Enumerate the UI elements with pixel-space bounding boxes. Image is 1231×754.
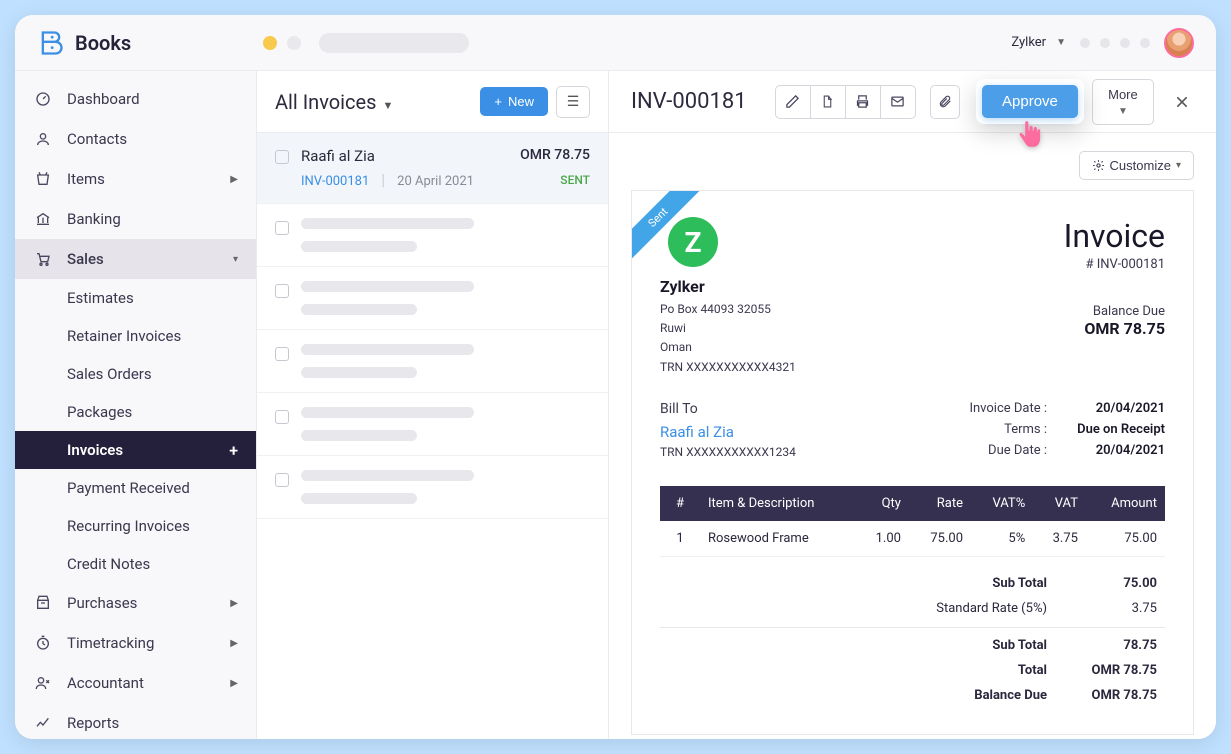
chevron-down-icon: ▾ bbox=[233, 254, 238, 265]
chevron-right-icon: ▶ bbox=[230, 598, 238, 609]
pdf-button[interactable] bbox=[810, 85, 846, 119]
nav-purchases[interactable]: Purchases ▶ bbox=[15, 583, 256, 623]
nav-timetracking[interactable]: Timetracking ▶ bbox=[15, 623, 256, 663]
nav-accountant[interactable]: Accountant ▶ bbox=[15, 663, 256, 703]
bill-to-label: Bill To bbox=[660, 401, 796, 417]
customer-name: Raafi al Zia bbox=[301, 147, 375, 165]
chevron-right-icon: ▶ bbox=[230, 678, 238, 689]
nav-sales[interactable]: Sales ▾ bbox=[15, 239, 256, 279]
invoice-title: INV-000181 bbox=[631, 89, 747, 114]
customize-button[interactable]: Customize ▾ bbox=[1079, 151, 1194, 180]
approve-button[interactable]: Approve bbox=[982, 85, 1078, 118]
more-button[interactable]: More ▼ bbox=[1092, 79, 1154, 125]
contacts-icon bbox=[33, 129, 53, 149]
clock-icon bbox=[33, 633, 53, 653]
nav-retainer-invoices[interactable]: Retainer Invoices bbox=[15, 317, 256, 355]
bill-to-name[interactable]: Raafi al Zia bbox=[660, 423, 796, 441]
nav-reports[interactable]: Reports bbox=[15, 703, 256, 739]
sidebar: Dashboard Contacts Items ▶ Banking Sales… bbox=[15, 71, 257, 739]
list-row-skeleton bbox=[257, 393, 608, 456]
list-row-skeleton bbox=[257, 456, 608, 519]
close-button[interactable] bbox=[1170, 90, 1194, 114]
sent-ribbon: Sent bbox=[632, 191, 702, 261]
printer-icon bbox=[855, 94, 870, 109]
list-filter-dropdown[interactable]: All Invoices▼ bbox=[275, 90, 393, 114]
invoice-link[interactable]: INV-000181 bbox=[301, 174, 369, 189]
chevron-down-icon: ▼ bbox=[382, 99, 393, 112]
invoice-number: # INV-000181 bbox=[1064, 257, 1165, 272]
balance-due-label: Balance Due bbox=[1064, 304, 1165, 319]
nav-banking[interactable]: Banking bbox=[15, 199, 256, 239]
items-icon bbox=[33, 169, 53, 189]
nav-credit-notes[interactable]: Credit Notes bbox=[15, 545, 256, 583]
line-items-table: # Item & Description Qty Rate VAT% VAT A… bbox=[660, 486, 1165, 557]
attachment-button[interactable] bbox=[930, 85, 960, 119]
email-button[interactable] bbox=[880, 85, 916, 119]
mail-icon bbox=[890, 94, 905, 109]
purchases-icon bbox=[33, 593, 53, 613]
list-row-skeleton bbox=[257, 204, 608, 267]
chevron-down-icon: ▼ bbox=[1056, 37, 1066, 48]
invoice-list: All Invoices▼ + New ☰ Raafi al Zia OMR bbox=[257, 71, 609, 739]
nav-recurring-invoices[interactable]: Recurring Invoices bbox=[15, 507, 256, 545]
close-icon bbox=[1174, 94, 1190, 110]
chevron-right-icon: ▶ bbox=[230, 174, 238, 185]
nav-contacts[interactable]: Contacts bbox=[15, 119, 256, 159]
invoice-heading: Invoice bbox=[1064, 217, 1165, 255]
reports-icon bbox=[33, 713, 53, 733]
status-badge: SENT bbox=[560, 173, 590, 187]
balance-due-amount: OMR 78.75 bbox=[1064, 319, 1165, 338]
nav-estimates[interactable]: Estimates bbox=[15, 279, 256, 317]
list-row-skeleton bbox=[257, 330, 608, 393]
paperclip-icon bbox=[938, 94, 952, 109]
window-dots bbox=[263, 33, 469, 53]
table-row: 1 Rosewood Frame 1.00 75.00 5% 3.75 75.0… bbox=[660, 521, 1165, 557]
row-amount: OMR 78.75 bbox=[520, 147, 590, 165]
invoice-detail: INV-000181 Approve More ▼ bbox=[609, 71, 1216, 739]
sales-icon bbox=[33, 249, 53, 269]
gear-icon bbox=[1092, 159, 1105, 172]
list-row[interactable]: Raafi al Zia OMR 78.75 INV-000181 | 20 A… bbox=[257, 133, 608, 204]
nav-items[interactable]: Items ▶ bbox=[15, 159, 256, 199]
nav-payment-received[interactable]: Payment Received bbox=[15, 469, 256, 507]
row-date: 20 April 2021 bbox=[397, 174, 474, 189]
nav-invoices[interactable]: Invoices+ bbox=[15, 431, 256, 469]
nav-dashboard[interactable]: Dashboard bbox=[15, 79, 256, 119]
new-button[interactable]: + New bbox=[480, 87, 548, 116]
app-logo[interactable]: Books bbox=[37, 29, 257, 57]
list-header: All Invoices▼ + New ☰ bbox=[257, 71, 608, 133]
approve-popup: Approve bbox=[976, 79, 1084, 124]
pdf-icon bbox=[821, 94, 834, 109]
nav-sales-orders[interactable]: Sales Orders bbox=[15, 355, 256, 393]
dashboard-icon bbox=[33, 89, 53, 109]
row-checkbox[interactable] bbox=[275, 150, 289, 164]
company-name: Zylker bbox=[660, 277, 796, 296]
pencil-icon bbox=[785, 94, 800, 109]
print-button[interactable] bbox=[845, 85, 881, 119]
header-status-dots bbox=[1080, 38, 1150, 48]
topbar: Books Zylker ▼ bbox=[15, 15, 1216, 71]
user-avatar[interactable] bbox=[1164, 28, 1194, 58]
nav-packages[interactable]: Packages bbox=[15, 393, 256, 431]
detail-header: INV-000181 Approve More ▼ bbox=[609, 71, 1216, 133]
company-address: Po Box 44093 32055 Ruwi Oman TRN XXXXXXX… bbox=[660, 300, 796, 377]
org-switcher[interactable]: Zylker ▼ bbox=[1011, 35, 1066, 50]
banking-icon bbox=[33, 209, 53, 229]
chevron-down-icon: ▾ bbox=[1176, 160, 1181, 171]
accountant-icon bbox=[33, 673, 53, 693]
hamburger-icon: ☰ bbox=[567, 93, 580, 110]
bill-to-trn: TRN XXXXXXXXXXX1234 bbox=[660, 445, 796, 459]
list-menu-button[interactable]: ☰ bbox=[556, 86, 590, 118]
books-logo-icon bbox=[37, 29, 65, 57]
edit-button[interactable] bbox=[775, 85, 811, 119]
app-name: Books bbox=[75, 31, 131, 55]
plus-icon[interactable]: + bbox=[229, 441, 238, 460]
list-row-skeleton bbox=[257, 267, 608, 330]
invoice-document: Sent Z Zylker Po Box 44093 32055 Ruwi Om… bbox=[631, 190, 1194, 735]
invoice-meta: Invoice Date :20/04/2021 Terms :Due on R… bbox=[957, 401, 1165, 464]
totals-section: Sub Total75.00 Standard Rate (5%)3.75 Su… bbox=[660, 571, 1165, 708]
plus-icon: + bbox=[494, 94, 502, 109]
chevron-down-icon: ▼ bbox=[1118, 106, 1128, 117]
chevron-right-icon: ▶ bbox=[230, 638, 238, 649]
